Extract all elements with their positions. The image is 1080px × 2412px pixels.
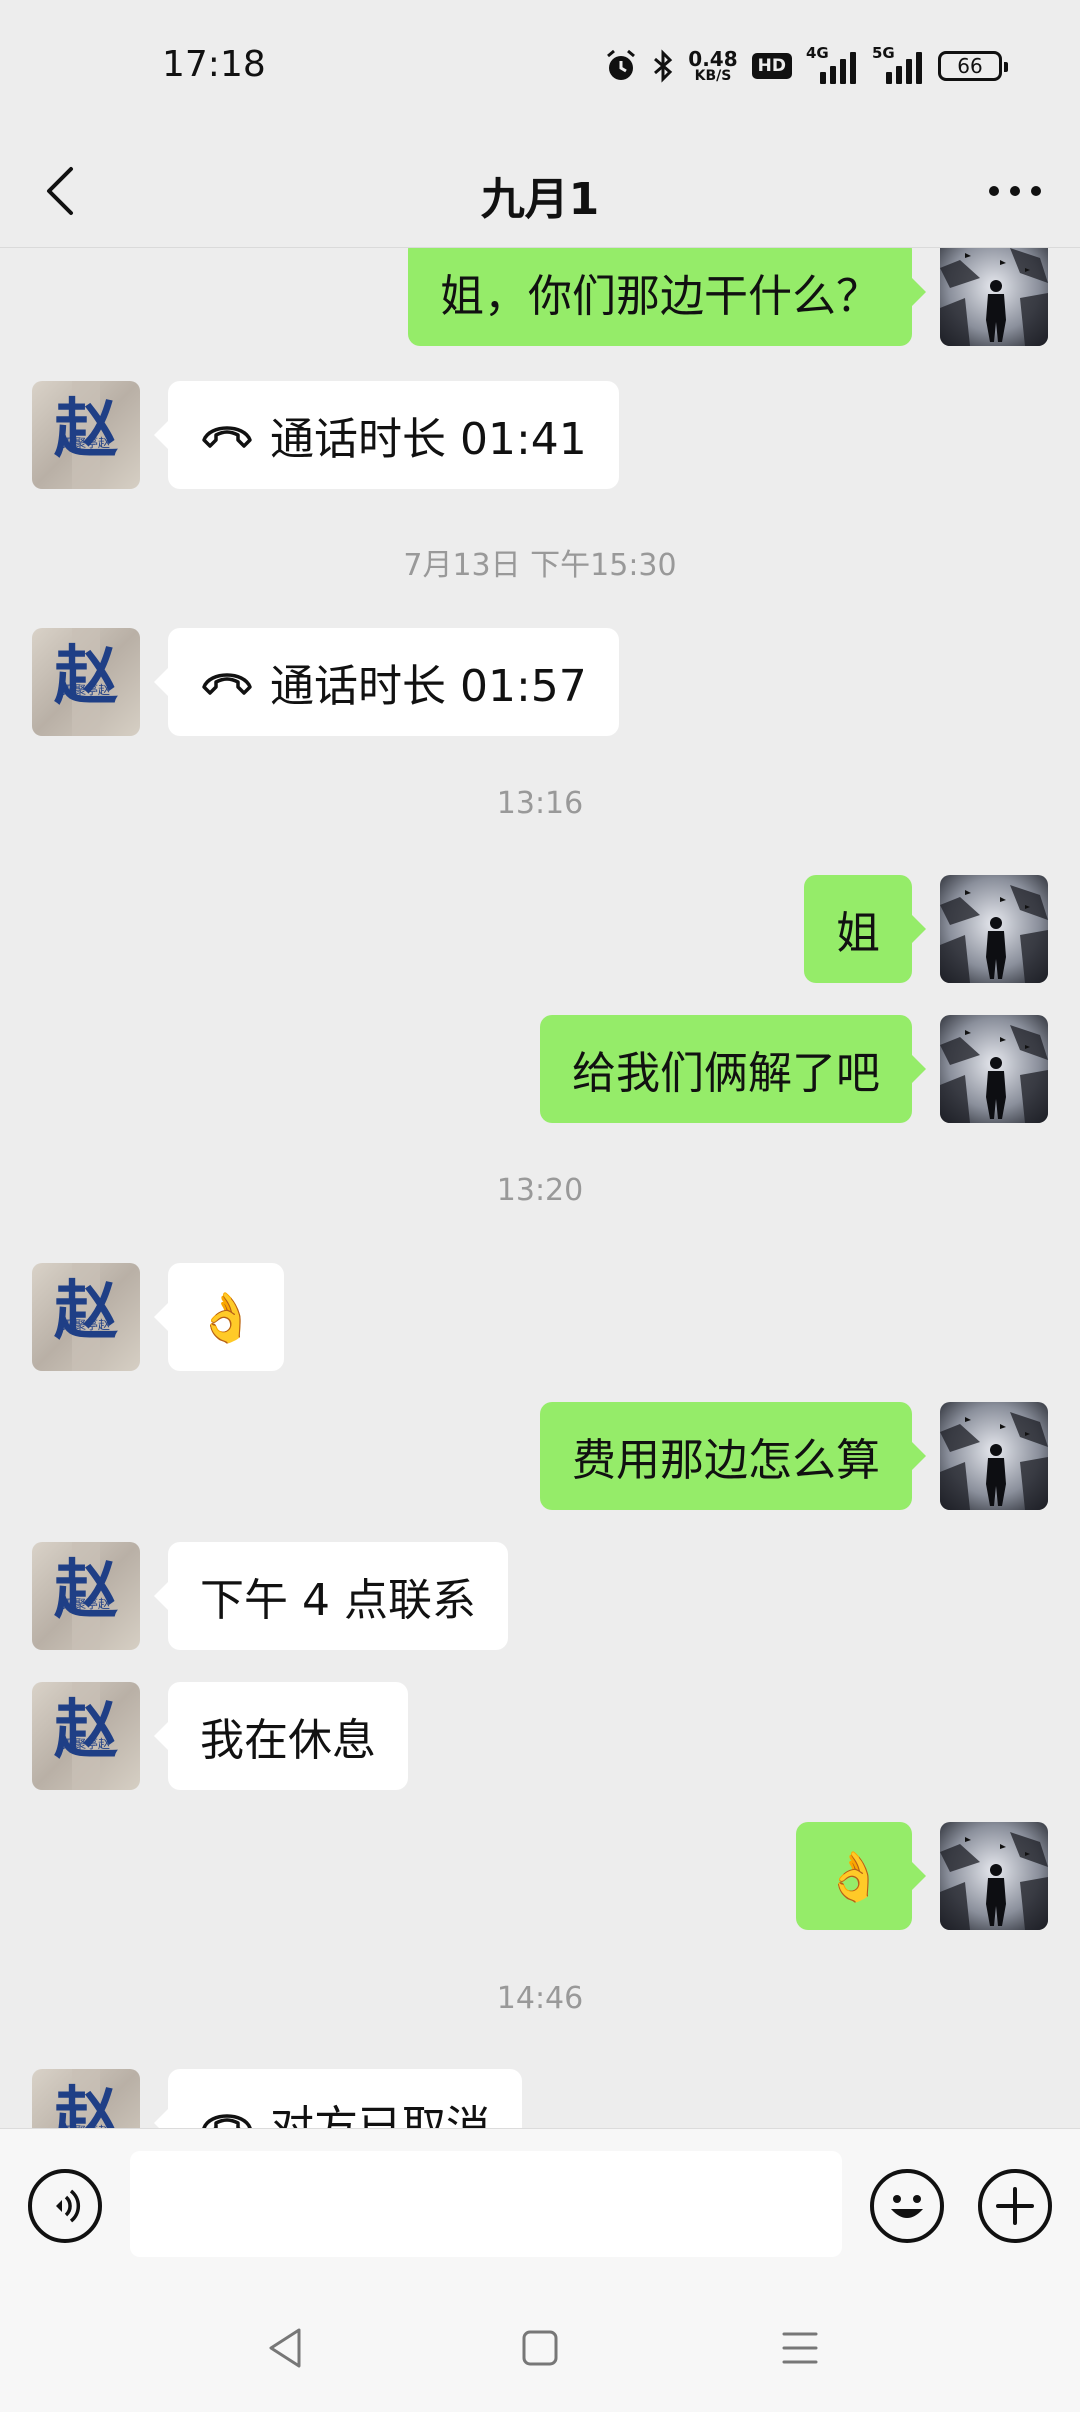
emoji-smile-icon	[891, 2195, 923, 2218]
message-text: 下午 4 点联系	[200, 1575, 476, 1626]
message-row: 通话时长 01:57	[0, 628, 1080, 736]
alarm-icon	[607, 49, 636, 80]
message-list[interactable]: 姐，你们那边干什么？ 通话时长 01:41 7月13日 下午15:30 通话时长…	[0, 248, 1080, 2128]
signal-5g-icon: 5G	[872, 44, 924, 86]
contact-avatar[interactable]	[32, 1542, 140, 1650]
message-row: 给我们俩解了吧	[0, 1015, 1080, 1123]
message-text: 姐，你们那边干什么？	[440, 271, 880, 322]
phone-hangup-icon	[202, 673, 252, 695]
call-record-bubble[interactable]: 通话时长 01:41	[154, 381, 619, 489]
message-bubble-sent[interactable]: 给我们俩解了吧	[540, 1015, 926, 1123]
message-row: 👌	[0, 1822, 1080, 1930]
net-speed-unit: KB/S	[694, 68, 732, 84]
phone-hangup-icon	[202, 2114, 252, 2128]
voice-button[interactable]	[28, 2169, 102, 2243]
message-bubble-sent[interactable]: 姐	[804, 875, 926, 983]
my-avatar[interactable]	[940, 1015, 1048, 1123]
message-row: 对方已取消	[0, 2069, 1080, 2128]
nav-back-icon	[269, 2328, 301, 2368]
battery-level: 66	[957, 54, 983, 78]
call-record-bubble[interactable]: 通话时长 01:57	[154, 628, 619, 736]
nav-home-button[interactable]	[505, 2313, 575, 2383]
hd-icon: HD	[751, 53, 792, 79]
call-duration-text: 通话时长 01:41	[270, 414, 587, 465]
voice-icon	[56, 2189, 81, 2223]
message-text: 给我们俩解了吧	[572, 1048, 880, 1099]
signal-4g-icon: 4G	[806, 44, 858, 86]
message-input[interactable]	[130, 2151, 842, 2257]
net-speed-value: 0.48	[688, 47, 738, 71]
call-status-text: 对方已取消	[270, 2102, 490, 2128]
emoji-button[interactable]	[870, 2169, 944, 2243]
battery-icon: 66	[938, 51, 1008, 81]
call-record-bubble[interactable]: 对方已取消	[154, 2069, 522, 2128]
more-functions-button[interactable]	[978, 2169, 1052, 2243]
status-time: 17:18	[162, 44, 266, 85]
signal-4g-label: 4G	[806, 44, 829, 62]
contact-avatar[interactable]	[32, 1682, 140, 1790]
phone-hangup-icon	[202, 426, 252, 448]
chat-title: 九月1	[480, 174, 600, 225]
timestamp: 13:16	[496, 786, 584, 821]
contact-avatar[interactable]	[32, 2069, 140, 2128]
my-avatar[interactable]	[940, 1822, 1048, 1930]
message-bubble-sent[interactable]: 姐，你们那边干什么？	[408, 248, 926, 346]
message-text: 我在休息	[200, 1715, 376, 1766]
status-icons: 0.48 KB/S HD 4G 5G 66	[604, 44, 1008, 88]
input-bar	[0, 2128, 1080, 2284]
ok-hand-emoji: 👌	[824, 1848, 884, 1905]
contact-avatar[interactable]	[32, 381, 140, 489]
bluetooth-icon	[654, 49, 673, 83]
nav-menu-icon	[782, 2332, 818, 2364]
timestamp: 14:46	[496, 1981, 584, 2016]
status-bar: 17:18 0.48 KB/S HD 4G 5G 66	[0, 0, 1080, 135]
message-bubble-received[interactable]: 下午 4 点联系	[154, 1542, 508, 1650]
system-navigation-bar	[0, 2283, 1080, 2412]
message-text: 费用那边怎么算	[572, 1435, 880, 1486]
message-row: 👌	[0, 1263, 1080, 1371]
timestamp: 7月13日 下午15:30	[403, 548, 677, 583]
contact-avatar[interactable]	[32, 628, 140, 736]
signal-5g-label: 5G	[872, 44, 895, 62]
plus-icon	[996, 2187, 1034, 2225]
message-row: 姐	[0, 875, 1080, 983]
my-avatar[interactable]	[940, 875, 1048, 983]
call-duration-text: 通话时长 01:57	[270, 661, 587, 712]
timestamp: 13:20	[496, 1173, 584, 1208]
emoji-bubble[interactable]: 👌	[154, 1263, 284, 1371]
message-row: 姐，你们那边干什么？	[0, 248, 1080, 346]
nav-home-icon	[522, 2330, 558, 2366]
ok-hand-emoji: 👌	[196, 1289, 256, 1346]
message-row: 我在休息	[0, 1682, 1080, 1790]
message-row: 费用那边怎么算	[0, 1402, 1080, 1510]
my-avatar[interactable]	[940, 248, 1048, 346]
message-bubble-sent[interactable]: 费用那边怎么算	[540, 1402, 926, 1510]
more-button[interactable]	[980, 157, 1050, 225]
more-dots-icon	[989, 186, 1041, 196]
contact-avatar[interactable]	[32, 1263, 140, 1371]
nav-menu-button[interactable]	[765, 2313, 835, 2383]
message-row: 通话时长 01:41	[0, 381, 1080, 489]
emoji-bubble[interactable]: 👌	[796, 1822, 926, 1930]
chat-header: 九月1	[0, 135, 1080, 248]
my-avatar[interactable]	[940, 1402, 1048, 1510]
message-bubble-received[interactable]: 我在休息	[154, 1682, 408, 1790]
message-text: 姐	[836, 908, 880, 959]
nav-back-button[interactable]	[250, 2313, 320, 2383]
net-speed: 0.48 KB/S	[688, 49, 737, 83]
message-row: 下午 4 点联系	[0, 1542, 1080, 1650]
